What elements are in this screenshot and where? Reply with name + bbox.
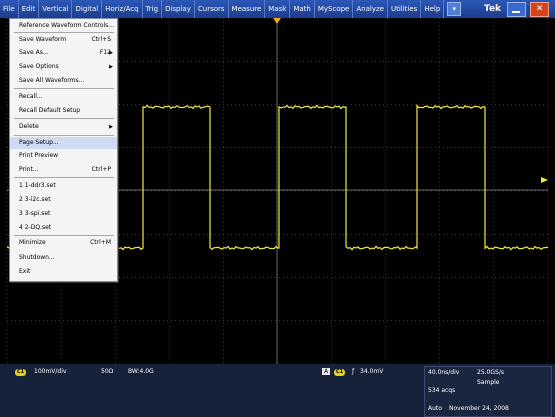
ch1-scale[interactable]: 100mV/div — [34, 368, 66, 375]
menu-item-recall-default-setup[interactable]: Recall Default Setup — [10, 105, 117, 117]
menu-edit[interactable]: Edit — [19, 0, 40, 18]
menu-separator — [14, 177, 114, 178]
menu-item-delete[interactable]: Delete ▶ — [10, 121, 117, 133]
menu-separator — [14, 88, 114, 89]
menu-item-recent-4[interactable]: 4 2-DQ.set — [10, 222, 117, 234]
menu-item-page-setup[interactable]: Page Setup... — [10, 137, 117, 149]
trigger-source-badge[interactable]: C1 — [334, 369, 346, 376]
menu-item-print-preview[interactable]: Print Preview — [10, 150, 117, 162]
horizontal-scale: 40.0ns/div — [428, 369, 460, 376]
menu-item-recent-3[interactable]: 3 3-spi.set — [10, 208, 117, 220]
menu-separator — [14, 118, 114, 119]
menu-item-recall[interactable]: Recall... — [10, 91, 117, 103]
minimize-button[interactable] — [507, 2, 526, 17]
menu-digital[interactable]: Digital — [72, 0, 103, 18]
close-button[interactable]: ✕ — [530, 2, 549, 17]
submenu-arrow-icon: ▶ — [109, 50, 113, 56]
menu-item-save-waveform[interactable]: Save Waveform Ctrl+S — [10, 34, 117, 46]
menu-item-recent-1[interactable]: 1 1-ddr3.set — [10, 180, 117, 192]
menu-analyze[interactable]: Analyze — [353, 0, 388, 18]
ch1-bandwidth: BW:4.0G — [128, 368, 154, 375]
menu-cursors[interactable]: Cursors — [195, 0, 229, 18]
menu-separator — [14, 32, 114, 33]
menu-myscope[interactable]: MyScope — [315, 0, 354, 18]
menu-item-save-as[interactable]: Save As... F12 ▶ — [10, 47, 117, 59]
file-menu: Reference Waveform Controls... Save Wave… — [9, 18, 118, 282]
ch1-impedance: 50Ω — [101, 368, 114, 375]
minimize-icon — [512, 11, 520, 13]
menu-item-save-all-waveforms[interactable]: Save All Waveforms... — [10, 75, 117, 87]
menu-file[interactable]: File — [0, 0, 19, 18]
brand-logo: Tek — [484, 4, 502, 14]
menu-item-minimize[interactable]: Minimize Ctrl+M — [10, 237, 117, 249]
menu-help[interactable]: Help — [421, 0, 445, 18]
menu-separator — [14, 135, 114, 136]
menu-item-recent-2[interactable]: 2 3-i2c.set — [10, 194, 117, 206]
menu-math[interactable]: Math — [290, 0, 315, 18]
trigger-level[interactable]: 34.0mV — [360, 368, 383, 375]
dropdown-arrow-button[interactable]: ▾ — [447, 2, 462, 16]
menu-mask[interactable]: Mask — [265, 0, 291, 18]
menu-item-print[interactable]: Print... Ctrl+P — [10, 164, 117, 176]
acquisition-readout[interactable]: 40.0ns/div 25.0GS/s Sample 534 acqs Auto… — [424, 366, 552, 417]
trigger-slope-icon: ƒ — [352, 368, 355, 375]
ch1-badge[interactable]: C1 — [15, 369, 27, 376]
submenu-arrow-icon: ▶ — [109, 124, 113, 130]
date: November 24, 2008 — [449, 405, 509, 412]
menu-trig[interactable]: Trig — [143, 0, 163, 18]
menu-separator — [14, 235, 114, 236]
trigger-mode-badge[interactable]: A — [322, 368, 331, 375]
menu-bar: File Edit Vertical Digital Horiz/Acq Tri… — [0, 0, 555, 18]
run-mode: Auto — [428, 405, 442, 412]
menu-item-reference-waveform-controls[interactable]: Reference Waveform Controls... — [10, 20, 117, 32]
menu-item-shutdown[interactable]: Shutdown... — [10, 252, 117, 264]
menu-utilities[interactable]: Utilities — [388, 0, 422, 18]
menu-vertical[interactable]: Vertical — [39, 0, 73, 18]
submenu-arrow-icon: ▶ — [109, 64, 113, 70]
acquisition-count: 534 acqs — [428, 387, 456, 394]
menu-display[interactable]: Display — [162, 0, 195, 18]
menu-horiz-acq[interactable]: Horiz/Acq — [102, 0, 143, 18]
menu-measure[interactable]: Measure — [229, 0, 266, 18]
sample-rate: 25.0GS/s — [477, 369, 504, 376]
menu-item-exit[interactable]: Exit — [10, 266, 117, 278]
menu-item-save-options[interactable]: Save Options ▶ — [10, 61, 117, 73]
acquisition-mode: Sample — [477, 379, 500, 386]
